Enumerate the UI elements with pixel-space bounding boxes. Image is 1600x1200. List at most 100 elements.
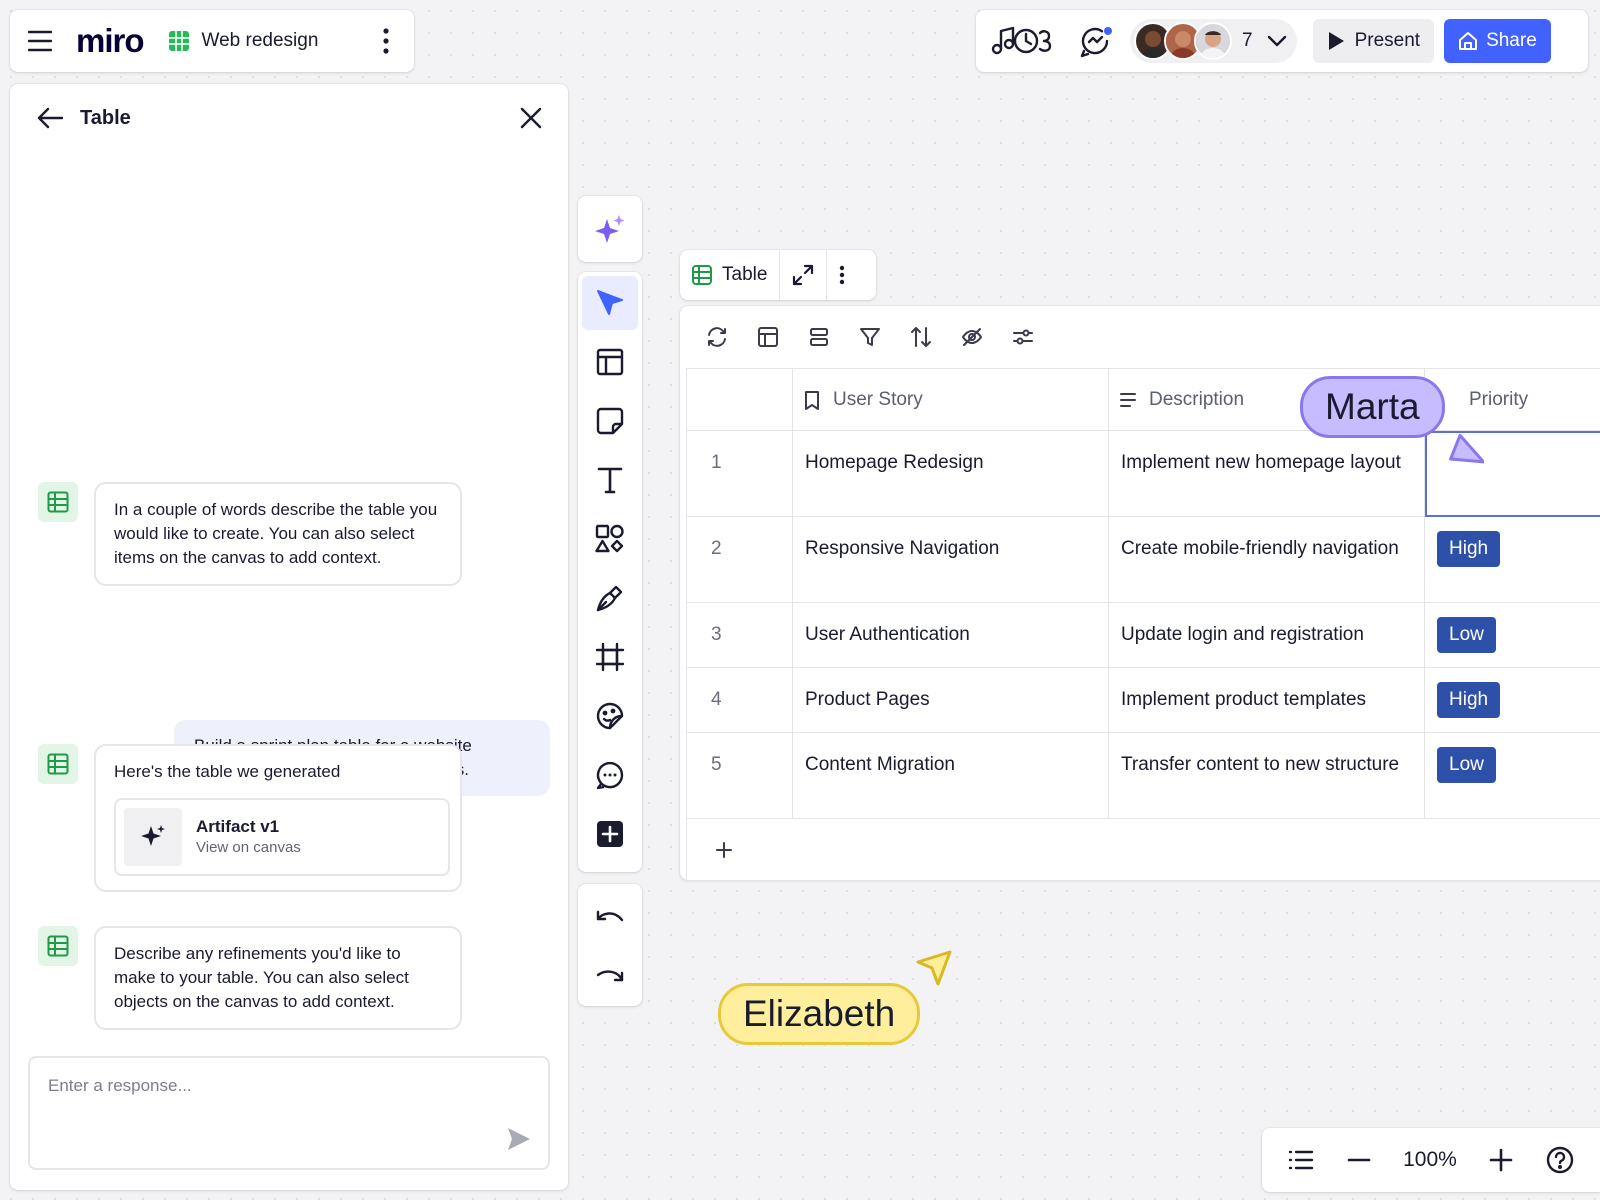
column-header-user-story[interactable]: User Story <box>792 368 1109 431</box>
artifact-card[interactable]: Artifact v1 View on canvas <box>114 798 450 876</box>
table-more-button[interactable] <box>826 250 857 300</box>
back-arrow-icon[interactable] <box>36 107 64 129</box>
description-cell[interactable]: Update login and registration <box>1108 602 1425 668</box>
more-options-icon <box>839 265 845 285</box>
panel-header: Table <box>10 84 568 152</box>
reactions-icon[interactable] <box>1076 21 1116 61</box>
table-title-segment[interactable]: Table <box>680 250 779 300</box>
user-story-cell[interactable]: Homepage Redesign <box>792 430 1109 517</box>
user-story-cell[interactable]: Product Pages <box>792 667 1109 733</box>
row-number: 5 <box>686 732 793 819</box>
response-box <box>28 1056 550 1170</box>
sticky-note-icon <box>595 406 625 436</box>
table-row[interactable]: 5 Content Migration Transfer content to … <box>686 732 1600 819</box>
priority-badge: High <box>1437 531 1501 567</box>
table-bot-icon <box>38 482 78 522</box>
board-name[interactable]: Web redesign <box>202 30 319 52</box>
priority-cell[interactable]: Low <box>1424 602 1600 668</box>
send-icon[interactable] <box>506 1126 532 1152</box>
table-title: Table <box>722 264 768 285</box>
comment-icon <box>595 760 625 790</box>
zoom-level[interactable]: 100% <box>1403 1148 1457 1172</box>
priority-cell[interactable]: Low <box>1424 732 1600 819</box>
description-cell[interactable]: Create mobile-friendly navigation <box>1108 516 1425 603</box>
sticky-note-tool[interactable] <box>582 394 638 448</box>
view-on-canvas-link[interactable]: View on canvas <box>196 838 301 858</box>
templates-icon <box>595 347 625 377</box>
settings-sliders-icon[interactable] <box>1012 326 1034 348</box>
cursor-label-marta: Marta <box>1300 376 1445 438</box>
column-header-priority[interactable]: Priority <box>1424 368 1600 431</box>
user-story-cell[interactable]: Content Migration <box>792 732 1109 819</box>
zoom-in-icon[interactable] <box>1489 1148 1513 1172</box>
share-button[interactable]: Share <box>1444 19 1551 63</box>
priority-cell[interactable]: High <box>1424 516 1600 603</box>
zoom-out-icon[interactable] <box>1347 1158 1371 1162</box>
add-more-tool[interactable] <box>582 807 638 861</box>
pen-icon <box>595 583 625 613</box>
hamburger-menu-icon[interactable] <box>26 27 54 55</box>
layout-icon[interactable] <box>757 326 779 348</box>
cursor-pointer-icon <box>1444 432 1484 472</box>
templates-tool[interactable] <box>582 335 638 389</box>
present-button[interactable]: Present <box>1312 19 1435 63</box>
chevron-down-icon[interactable] <box>1267 35 1287 47</box>
description-cell[interactable]: Transfer content to new structure <box>1108 732 1425 819</box>
row-number: 3 <box>686 602 793 668</box>
table-toolbar <box>680 306 1034 368</box>
bot-message: Describe any refinements you'd like to m… <box>38 926 462 1030</box>
cursor-pointer-icon <box>914 948 954 988</box>
add-more-icon <box>595 819 625 849</box>
collaborator-count: 7 <box>1242 30 1253 51</box>
text-tool[interactable] <box>582 453 638 507</box>
add-row[interactable] <box>686 818 1600 881</box>
redo-icon[interactable] <box>595 961 625 983</box>
bot-message: Here's the table we generated Artifact v… <box>38 744 462 892</box>
table-row[interactable]: 3 User Authentication Update login and r… <box>686 602 1600 668</box>
play-icon <box>1327 31 1345 51</box>
expand-button[interactable] <box>779 250 826 300</box>
hide-icon[interactable] <box>961 326 983 348</box>
ai-sparkle-icon[interactable] <box>594 213 626 245</box>
avatar[interactable] <box>1194 22 1232 60</box>
row-number: 2 <box>686 516 793 603</box>
filter-icon[interactable] <box>859 326 881 348</box>
ai-table-panel: Table In a couple of words describe the … <box>10 84 568 1190</box>
pen-tool[interactable] <box>582 571 638 625</box>
undo-icon[interactable] <box>595 908 625 930</box>
stickers-icon <box>595 701 625 731</box>
bot-message-bubble: Here's the table we generated Artifact v… <box>94 744 462 892</box>
table-row[interactable]: 4 Product Pages Implement product templa… <box>686 667 1600 733</box>
frame-tool[interactable] <box>582 630 638 684</box>
user-story-cell[interactable]: User Authentication <box>792 602 1109 668</box>
sync-icon[interactable] <box>706 326 728 348</box>
add-row-button[interactable] <box>686 818 1600 881</box>
description-cell[interactable]: Implement new homepage layout <box>1108 430 1425 517</box>
sort-icon[interactable] <box>910 326 932 348</box>
panel-title: Table <box>80 106 131 129</box>
comment-tool[interactable] <box>582 748 638 802</box>
user-story-cell[interactable]: Responsive Navigation <box>792 516 1109 603</box>
collaborators-group[interactable]: 7 <box>1130 19 1297 63</box>
table-bot-icon <box>38 744 78 784</box>
row-number: 1 <box>686 430 793 517</box>
table-row[interactable]: 2 Responsive Navigation Create mobile-fr… <box>686 516 1600 603</box>
stickers-tool[interactable] <box>582 689 638 743</box>
help-icon[interactable] <box>1546 1146 1574 1174</box>
description-cell[interactable]: Implement product templates <box>1108 667 1425 733</box>
select-tool[interactable] <box>582 276 638 330</box>
more-options-icon[interactable] <box>382 28 390 54</box>
close-icon[interactable] <box>520 107 542 129</box>
shapes-tool[interactable] <box>582 512 638 566</box>
group-icon[interactable] <box>808 326 830 348</box>
list-icon[interactable] <box>1288 1149 1314 1171</box>
share-label: Share <box>1486 30 1537 51</box>
creation-toolbar <box>578 272 642 872</box>
miro-logo[interactable]: miro <box>76 22 145 60</box>
history-toolbar <box>578 884 642 1006</box>
share-icon <box>1458 31 1478 51</box>
response-input[interactable] <box>48 1076 508 1096</box>
timer-icon[interactable] <box>988 21 1054 61</box>
priority-cell[interactable]: High <box>1424 667 1600 733</box>
bot-message-text: Here's the table we generated <box>114 762 341 781</box>
